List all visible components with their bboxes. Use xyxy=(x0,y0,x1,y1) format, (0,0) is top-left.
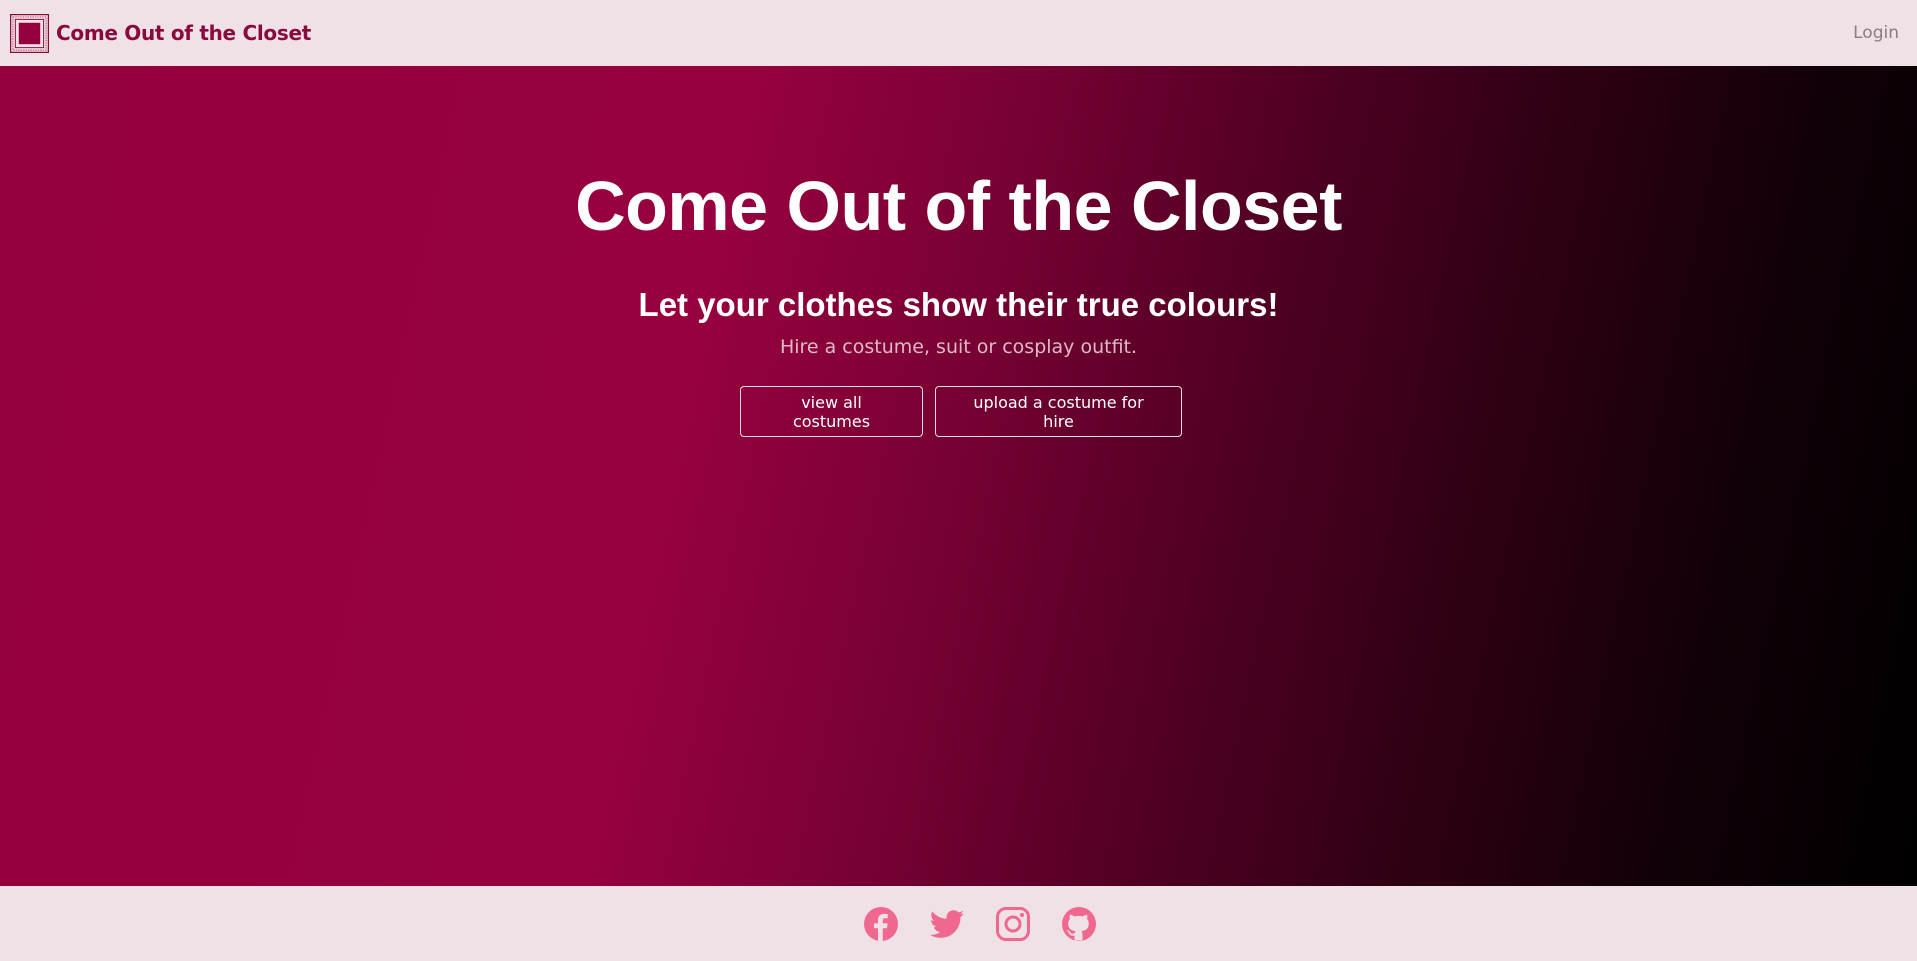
github-icon xyxy=(1061,906,1096,941)
instagram-link[interactable] xyxy=(995,906,1031,942)
hero-section: Come Out of the Closet Let your clothes … xyxy=(0,66,1917,886)
hero-tagline: Hire a costume, suit or cosplay outfit. xyxy=(779,336,1138,358)
instagram-icon xyxy=(995,906,1030,941)
hero-title: Come Out of the Closet xyxy=(575,167,1342,245)
twitter-link[interactable] xyxy=(929,906,965,942)
footer xyxy=(0,886,1917,961)
view-all-costumes-button[interactable]: view all costumes xyxy=(740,386,923,437)
navbar: Come Out of the Closet Login xyxy=(0,0,1917,66)
upload-costume-button[interactable]: upload a costume for hire xyxy=(935,386,1182,437)
closet-logo-icon xyxy=(10,13,49,53)
github-link[interactable] xyxy=(1061,906,1097,942)
hero-button-group: view all costumes upload a costume for h… xyxy=(0,386,1917,437)
login-link[interactable]: Login xyxy=(1853,23,1899,43)
social-links xyxy=(863,906,1097,942)
brand-link[interactable]: Come Out of the Closet xyxy=(10,13,311,53)
twitter-icon xyxy=(929,909,964,938)
facebook-icon xyxy=(863,906,898,941)
brand-name: Come Out of the Closet xyxy=(56,21,311,45)
facebook-link[interactable] xyxy=(863,906,899,942)
hero-subtitle: Let your clothes show their true colours… xyxy=(638,286,1279,323)
